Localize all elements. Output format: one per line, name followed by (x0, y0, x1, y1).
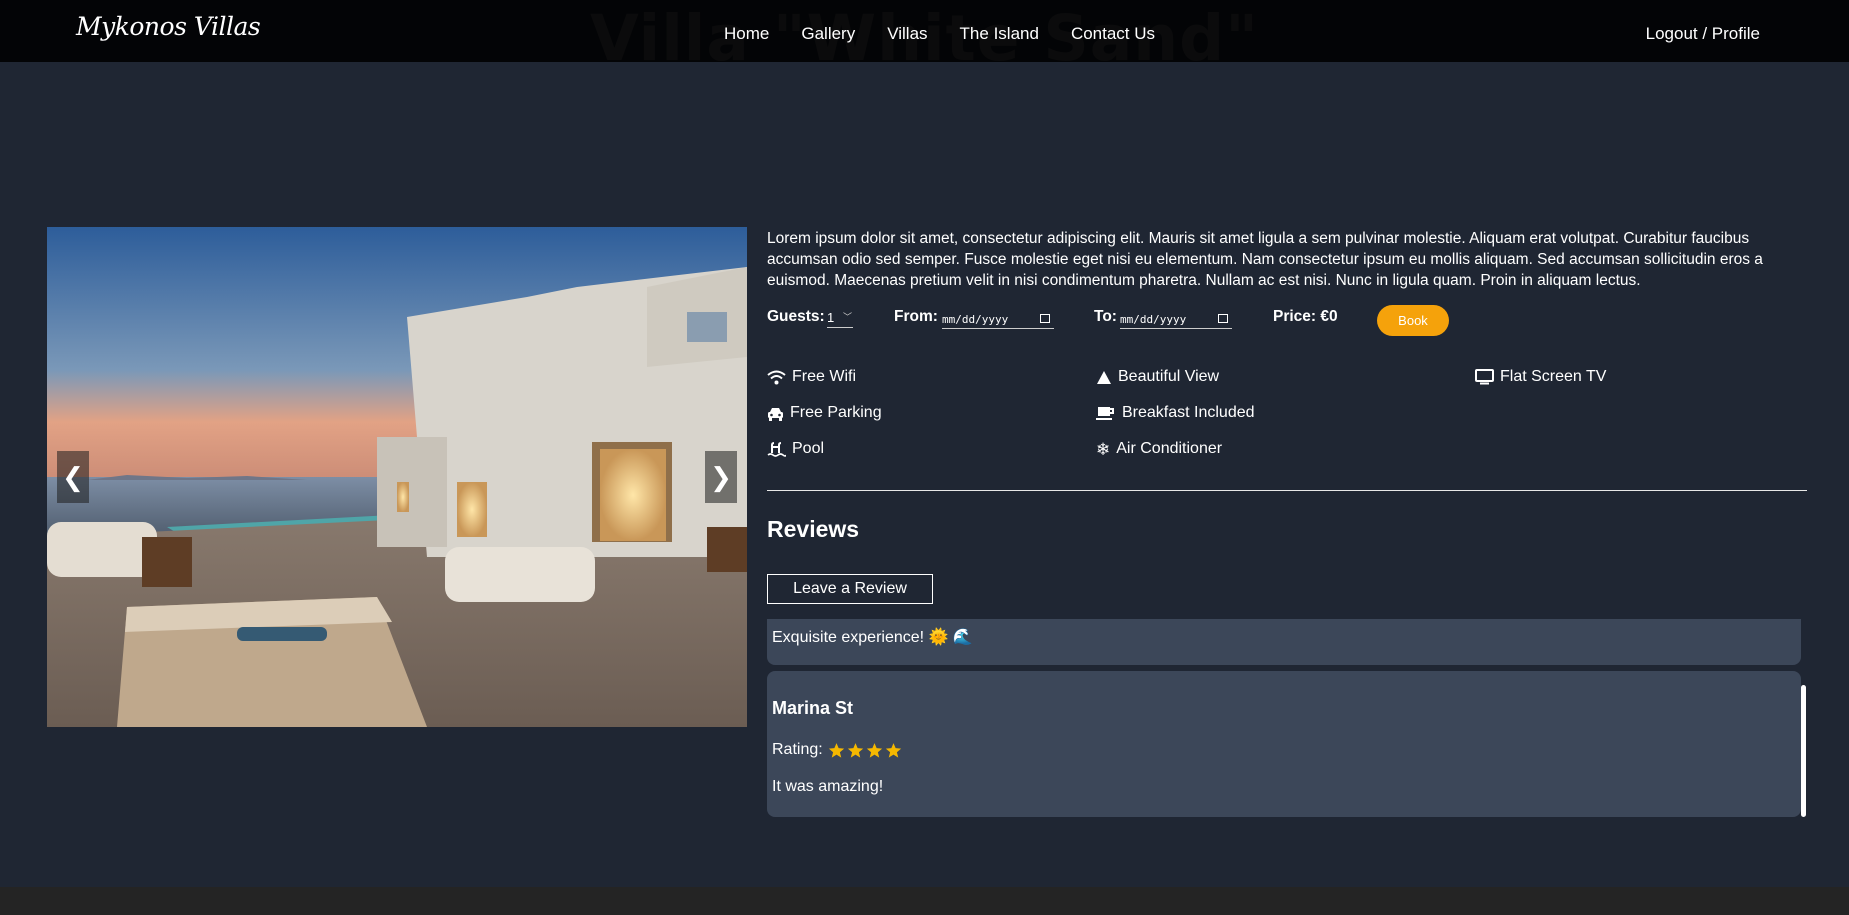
amenity-free-wifi: Free Wifi (767, 368, 856, 386)
villa-description: Lorem ipsum dolor sit amet, consectetur … (767, 230, 1763, 289)
footer (0, 887, 1849, 915)
amenity-label: Breakfast Included (1122, 404, 1255, 421)
carousel-next-button[interactable]: ❯ (705, 451, 737, 503)
calendar-icon[interactable] (1040, 314, 1050, 323)
amenity-breakfast-included: Breakfast Included (1096, 404, 1255, 422)
amenity-label: Free Parking (790, 404, 882, 421)
pool-icon (767, 441, 786, 457)
nav-link-contact-us[interactable]: Contact Us (1071, 24, 1155, 44)
guests-select[interactable]: 1 ﹀ (827, 310, 853, 328)
mountain-icon (1097, 370, 1111, 384)
leave-review-button[interactable]: Leave a Review (767, 574, 933, 604)
coffee-icon (1096, 406, 1114, 420)
price-display: Price: €0 (1273, 308, 1338, 325)
amenity-flat-screen-tv: Flat Screen TV (1475, 368, 1606, 386)
star-icon (866, 742, 882, 758)
review-text: It was amazing! (772, 778, 884, 795)
from-date-placeholder: mm/dd/yyyy (942, 313, 1009, 326)
car-icon (768, 407, 783, 421)
nav-link-the-island[interactable]: The Island (960, 24, 1039, 44)
from-date-input[interactable]: mm/dd/yyyy (942, 311, 1054, 329)
guests-value: 1 (827, 310, 835, 325)
review-rating: Rating: (772, 741, 902, 759)
villa-photo (47, 227, 747, 727)
from-label: From: (894, 308, 938, 325)
rating-stars (828, 742, 902, 759)
to-date-input[interactable]: mm/dd/yyyy (1120, 311, 1232, 329)
reviews-scrollbar[interactable] (1801, 685, 1806, 817)
brand-logo[interactable]: Mykonos Villas (76, 12, 261, 41)
section-divider (767, 490, 1807, 491)
amenity-beautiful-view: Beautiful View (1096, 368, 1219, 386)
star-icon (847, 742, 863, 758)
star-icon (828, 742, 844, 758)
amenity-free-parking: Free Parking (767, 404, 882, 422)
nav-link-villas[interactable]: Villas (887, 24, 927, 44)
amenity-label: Pool (792, 440, 825, 457)
carousel-prev-button[interactable]: ❮ (57, 451, 89, 503)
review-text: Exquisite experience! 🌞 🌊 (772, 629, 973, 646)
nav-links: Home Gallery Villas The Island Contact U… (724, 24, 1187, 44)
villa-photo-carousel: ❮ ❯ (47, 227, 747, 727)
review-card: Marina St Rating: It was amazing! (767, 671, 1801, 817)
to-date-placeholder: mm/dd/yyyy (1120, 313, 1187, 326)
amenity-air-conditioner: ❄ Air Conditioner (1096, 440, 1222, 458)
amenity-label: Beautiful View (1118, 368, 1220, 385)
tv-icon (1475, 369, 1494, 385)
rating-label: Rating: (772, 741, 823, 758)
logout-profile-link[interactable]: Logout / Profile (1646, 24, 1760, 44)
book-button[interactable]: Book (1377, 305, 1449, 336)
wifi-icon (767, 370, 786, 384)
star-icon (885, 742, 901, 758)
snowflake-icon: ❄ (1096, 439, 1111, 459)
navbar: Mykonos Villas Home Gallery Villas The I… (0, 0, 1849, 62)
to-label: To: (1094, 308, 1117, 325)
guests-label: Guests: (767, 308, 825, 325)
amenity-label: Free Wifi (792, 368, 856, 385)
chevron-down-icon: ﹀ (842, 312, 852, 322)
amenity-label: Flat Screen TV (1500, 368, 1607, 385)
reviews-heading: Reviews (767, 516, 860, 542)
nav-link-home[interactable]: Home (724, 24, 769, 44)
nav-link-gallery[interactable]: Gallery (801, 24, 855, 44)
review-author: Marina St (772, 698, 854, 718)
amenity-pool: Pool (767, 440, 824, 458)
amenity-label: Air Conditioner (1116, 440, 1223, 457)
calendar-icon[interactable] (1218, 314, 1228, 323)
review-card: Exquisite experience! 🌞 🌊 (767, 619, 1801, 665)
